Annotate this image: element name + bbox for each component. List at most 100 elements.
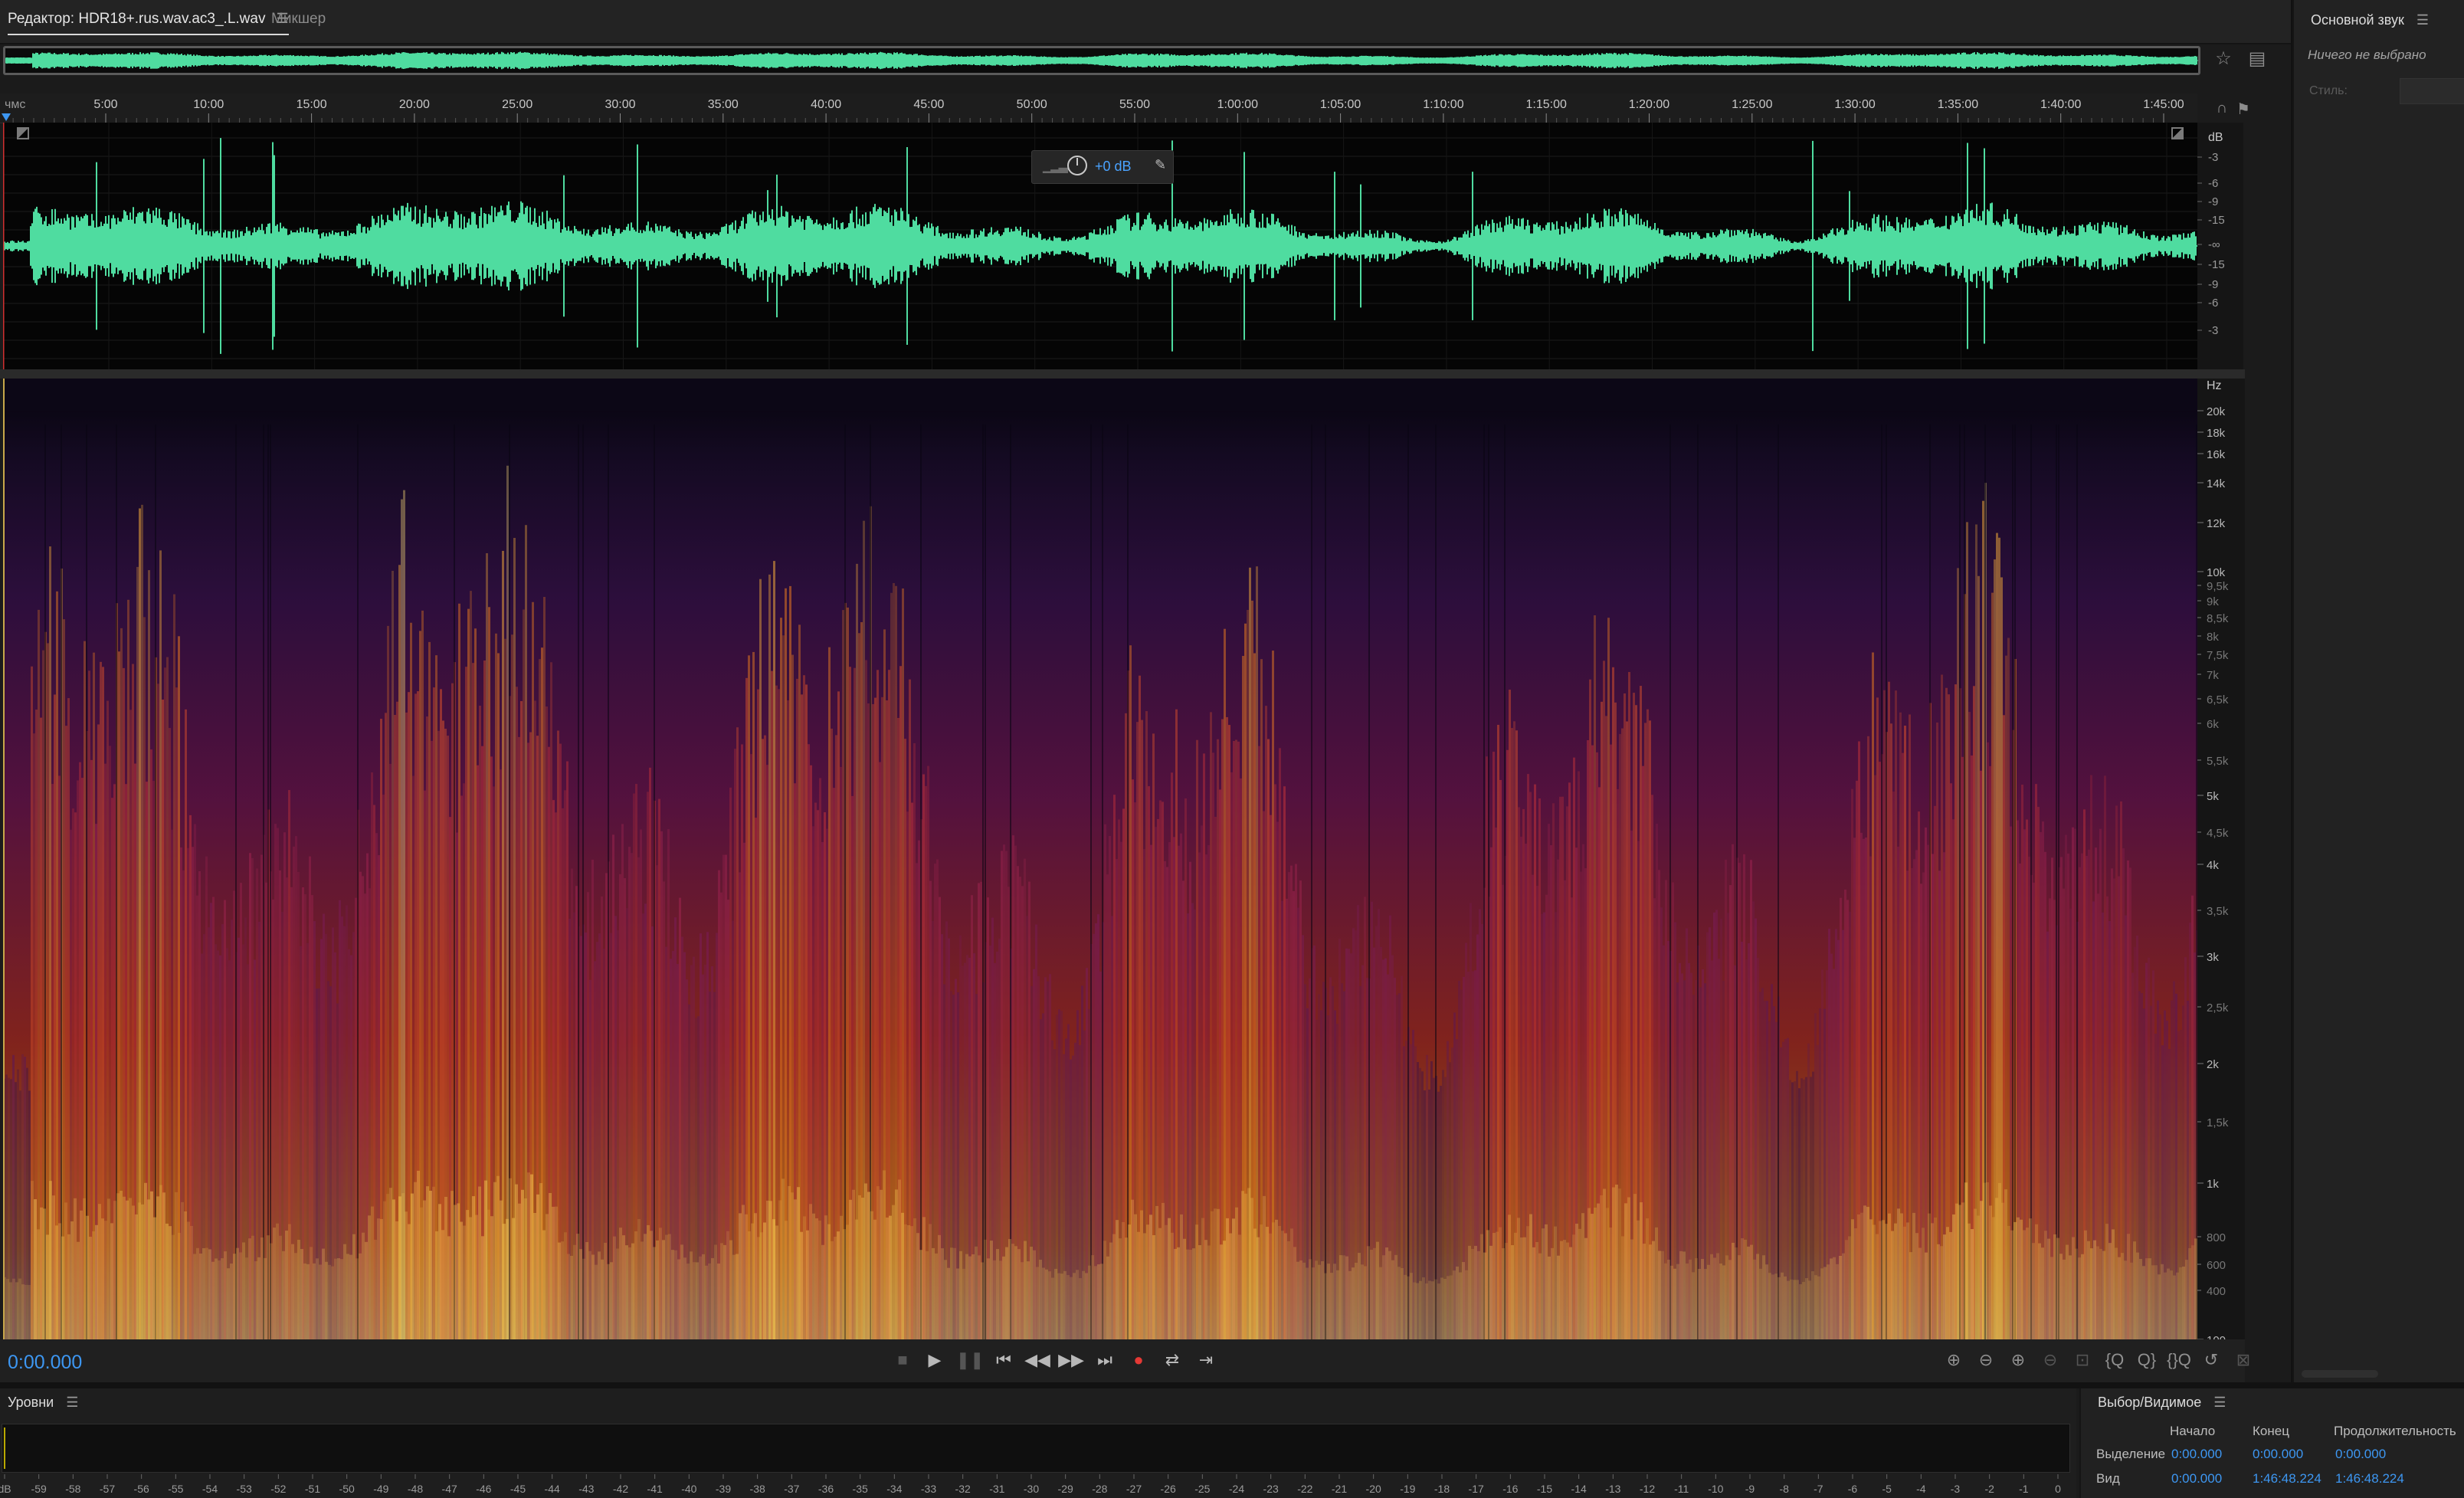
waveform-spectrogram-divider[interactable] xyxy=(0,369,2245,379)
record-button[interactable]: ● xyxy=(1123,1350,1154,1370)
view-duration-value[interactable]: 1:46:48.224 xyxy=(2335,1471,2404,1487)
frequency-tick-label: 600 xyxy=(2207,1259,2226,1272)
frequency-tick-label: 800 xyxy=(2207,1231,2226,1244)
zoom-out-amplitude-button[interactable]: ⊖ xyxy=(1971,1350,2001,1370)
panel-menu-icon[interactable]: ☰ xyxy=(66,1395,78,1410)
level-scale-label: -48 xyxy=(408,1483,423,1495)
ruler-tick-label: 1:40:00 xyxy=(2040,98,2081,111)
level-scale-label: -5 xyxy=(1882,1483,1892,1495)
loop-button[interactable]: ⇄ xyxy=(1157,1350,1188,1370)
db-scale-graphic: dB -3 -6 -9 -15 -∞ -15 -9 -6 -3 xyxy=(2197,131,2225,337)
go-to-start-button[interactable]: ⏮ xyxy=(988,1350,1019,1370)
frequency-tick-label: 7,5k xyxy=(2207,649,2229,662)
zoom-out-selection-button[interactable]: Q} xyxy=(2131,1350,2162,1370)
spectral-frequency-display[interactable] xyxy=(3,379,2197,1339)
spectrogram-graphic xyxy=(3,379,2197,1339)
svg-text:чмс: чмс xyxy=(5,98,25,111)
level-scale-label: -25 xyxy=(1194,1483,1210,1495)
zoom-reset-icon: ↺ xyxy=(2204,1350,2219,1369)
channel-toggle-icon[interactable] xyxy=(17,127,29,139)
frequency-tick-label: 1,5k xyxy=(2207,1116,2229,1129)
levels-title: Уровни ☰ xyxy=(8,1395,78,1411)
panel-menu-icon[interactable]: ☰ xyxy=(2213,1395,2226,1410)
row-view-label: Вид xyxy=(2096,1471,2120,1486)
ruler-tick-label: 1:05:00 xyxy=(1320,98,1361,111)
zoom-in-time-button[interactable]: ⊕ xyxy=(2003,1350,2033,1370)
ruler-tick-label: 25:00 xyxy=(502,98,532,111)
pin-icon[interactable]: ✎ xyxy=(1155,157,1166,173)
level-scale-label: -50 xyxy=(339,1483,355,1495)
overview-waveform[interactable] xyxy=(3,46,2200,75)
level-scale-label: -53 xyxy=(237,1483,252,1495)
marker-pin-icon[interactable]: ⚑ xyxy=(2233,100,2254,119)
panel-scrollbar[interactable] xyxy=(2302,1370,2378,1378)
zoom-reset-button[interactable]: ↺ xyxy=(2196,1350,2226,1370)
level-scale-label: -11 xyxy=(1674,1483,1689,1495)
selection-duration-value[interactable]: 0:00.000 xyxy=(2335,1447,2386,1462)
frequency-tick-label: 6k xyxy=(2207,718,2219,731)
level-meter-scale-graphic: dB -59 -58 -57 -56 -55 -54 -53 -52 -51 -50 -49 -48 -4… xyxy=(0,1474,2061,1495)
stop-icon: ■ xyxy=(897,1350,908,1369)
pause-button[interactable]: ❚❚ xyxy=(955,1350,985,1370)
zoom-out-selection-icon: Q} xyxy=(2137,1350,2157,1369)
ruler-tick-label: 1:00:00 xyxy=(1217,98,1258,111)
selection-end-value[interactable]: 0:00.000 xyxy=(2253,1447,2303,1462)
headphones-icon[interactable]: ∩ xyxy=(2211,100,2233,117)
time-ruler[interactable]: чмс 5:00 10:00 15:00 20:00 25:00 30:00 35:00 40:… xyxy=(0,93,2197,123)
panel-menu-icon[interactable]: ☰ xyxy=(2416,12,2429,28)
view-start-value[interactable]: 0:00.000 xyxy=(2171,1471,2222,1487)
level-scale-label: -16 xyxy=(1502,1483,1518,1495)
current-time-display[interactable]: 0:00.000 xyxy=(8,1352,82,1374)
bottom-splitter[interactable] xyxy=(0,1382,2464,1388)
frequency-tick-label: 3,5k xyxy=(2207,905,2229,918)
level-scale-label: -42 xyxy=(613,1483,628,1495)
zoom-full-button[interactable]: ⊡ xyxy=(2067,1350,2098,1370)
zoom-extra-button[interactable]: ⊠ xyxy=(2228,1350,2259,1370)
gain-hud[interactable]: ▁▂▃ +0 dB ✎ xyxy=(1031,150,1174,184)
tab-mixer[interactable]: Микшер xyxy=(271,11,326,28)
level-scale-label: -23 xyxy=(1263,1483,1279,1495)
level-scale-label: -14 xyxy=(1571,1483,1587,1495)
tab-editor[interactable]: Редактор: HDR18+.rus.wav.ac3_.L.wav ☰ xyxy=(8,11,289,35)
level-scale-label: -38 xyxy=(750,1483,765,1495)
frequency-tick-label: 6,5k xyxy=(2207,693,2229,706)
style-dropdown[interactable] xyxy=(2400,78,2464,104)
essential-sound-title-text: Основной звук xyxy=(2311,12,2404,28)
stop-button[interactable]: ■ xyxy=(887,1350,918,1370)
ruler-tick-label: 1:30:00 xyxy=(1834,98,1875,111)
level-scale-label: -57 xyxy=(100,1483,115,1495)
level-scale-label: -35 xyxy=(853,1483,868,1495)
ruler-tick-label: 20:00 xyxy=(399,98,430,111)
zoom-to-selection-button[interactable]: {}Q xyxy=(2164,1350,2194,1370)
rewind-button[interactable]: ◀◀ xyxy=(1022,1350,1053,1370)
zoom-navigator-icon[interactable]: ☆ xyxy=(2210,48,2237,70)
play-icon: ▶ xyxy=(928,1350,942,1369)
fast-forward-icon: ▶▶ xyxy=(1058,1350,1084,1369)
go-to-end-button[interactable]: ⏭ xyxy=(1089,1350,1120,1370)
selection-start-value[interactable]: 0:00.000 xyxy=(2171,1447,2222,1462)
level-scale-label: -28 xyxy=(1092,1483,1107,1495)
view-end-value[interactable]: 1:46:48.224 xyxy=(2253,1471,2321,1487)
essential-sound-title: Основной звук ☰ xyxy=(2311,12,2429,28)
volume-knob-icon[interactable] xyxy=(1067,156,1087,175)
zoom-in-amplitude-button[interactable]: ⊕ xyxy=(1938,1350,1969,1370)
svg-text:-9: -9 xyxy=(2208,278,2218,291)
skip-selection-button[interactable]: ⇥ xyxy=(1191,1350,1221,1370)
level-scale-label: -24 xyxy=(1229,1483,1244,1495)
fast-forward-button[interactable]: ▶▶ xyxy=(1056,1350,1086,1370)
svg-text:-6: -6 xyxy=(2208,297,2218,310)
play-button[interactable]: ▶ xyxy=(919,1350,950,1370)
zoom-full-icon: ⊡ xyxy=(2075,1350,2090,1369)
ruler-tick-label: 1:10:00 xyxy=(1423,98,1463,111)
frequency-tick-label: 9,5k xyxy=(2207,580,2229,593)
level-scale-label: -56 xyxy=(134,1483,149,1495)
level-scale-label: -4 xyxy=(1916,1483,1926,1495)
channel-collapse-icon[interactable] xyxy=(2171,127,2184,139)
zoom-in-selection-button[interactable]: {Q xyxy=(2099,1350,2130,1370)
gain-value: +0 dB xyxy=(1095,159,1132,174)
level-scale-label: -41 xyxy=(647,1483,663,1495)
level-scale-label: -26 xyxy=(1161,1483,1176,1495)
view-menu-icon[interactable]: ▤ xyxy=(2243,48,2271,70)
loop-icon: ⇄ xyxy=(1165,1350,1180,1369)
zoom-out-time-button[interactable]: ⊖ xyxy=(2035,1350,2066,1370)
